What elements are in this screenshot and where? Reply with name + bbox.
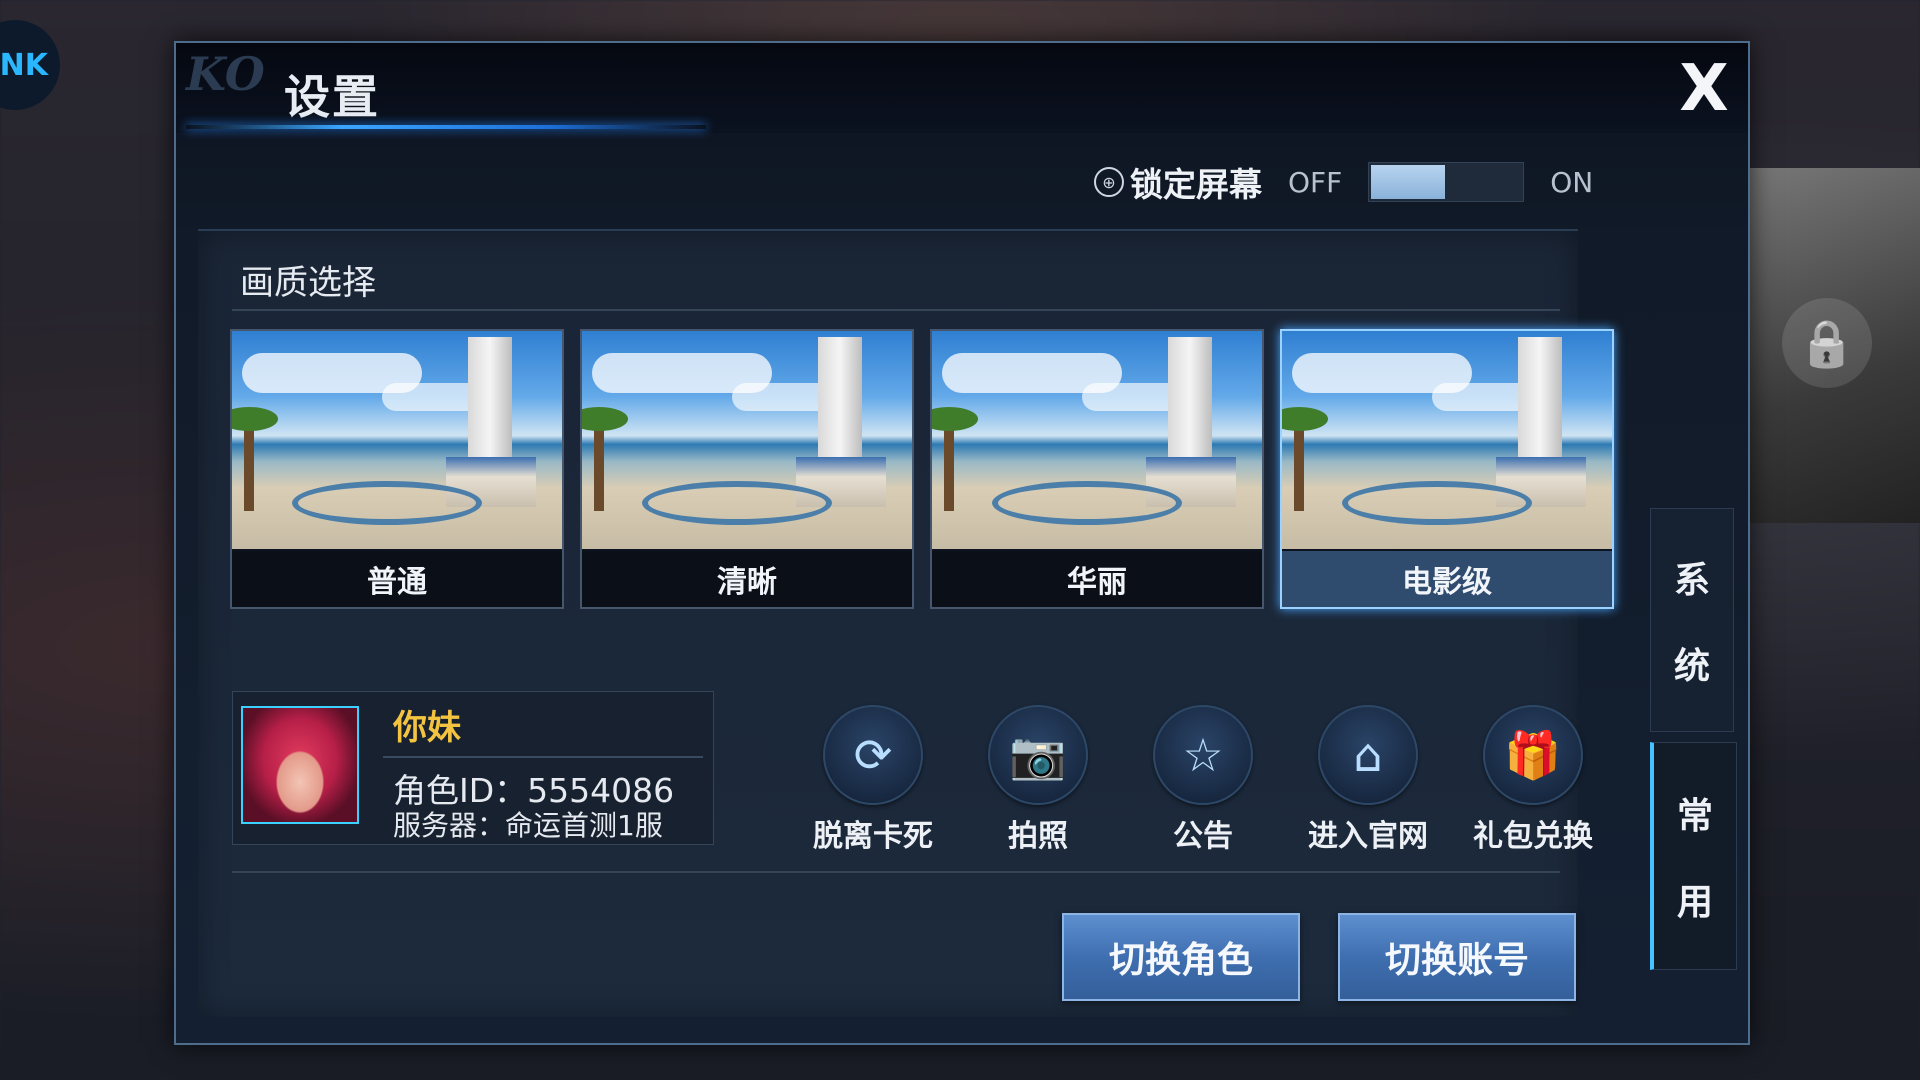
- unstuck-button[interactable]: ⟳ 脱离卡死: [798, 705, 948, 855]
- toggle-knob[interactable]: [1371, 165, 1446, 199]
- action-label: 脱离卡死: [813, 819, 933, 854]
- action-label: 进入官网: [1308, 819, 1428, 854]
- quality-option-cinematic[interactable]: 电影级: [1280, 329, 1614, 609]
- quality-option-label: 华丽: [932, 551, 1262, 607]
- refresh-icon: ⟳: [823, 705, 923, 805]
- tab-common[interactable]: 常 用: [1650, 742, 1737, 970]
- quality-option-label: 电影级: [1282, 551, 1612, 607]
- settings-dialog: KO 设置 X ⊕ 锁定屏幕 OFF ON 画质选择 普通 清晰 华丽 电影级 …: [174, 41, 1750, 1045]
- action-label: 拍照: [1008, 819, 1068, 854]
- quality-option-label: 普通: [232, 551, 562, 607]
- server-name: 服务器：命运首测1服: [393, 809, 663, 842]
- dialog-header: KO 设置 X: [176, 43, 1748, 133]
- camera-icon: 📷: [988, 705, 1088, 805]
- official-site-button[interactable]: ⌂ 进入官网: [1293, 705, 1443, 855]
- player-profile-card: 你妹 角色ID：5554086 服务器：命运首测1服: [232, 691, 714, 845]
- dialog-title: 设置: [284, 70, 380, 124]
- quality-preview-image: [932, 331, 1262, 549]
- star-notice-icon: ☆: [1153, 705, 1253, 805]
- divider: [232, 871, 1560, 873]
- tab-system[interactable]: 系 统: [1650, 508, 1734, 732]
- divider: [383, 756, 703, 758]
- quality-option-normal[interactable]: 普通: [230, 329, 564, 609]
- gift-icon: 🎁: [1483, 705, 1583, 805]
- lock-screen-toggle[interactable]: [1368, 162, 1525, 202]
- portrait-lock-icon: 🔒: [1782, 298, 1872, 388]
- game-logo-text: NK: [0, 47, 48, 83]
- player-name: 你妹: [393, 708, 461, 748]
- tab-label-char: 统: [1673, 646, 1710, 687]
- photo-button[interactable]: 📷 拍照: [963, 705, 1113, 855]
- settings-panel: 画质选择 普通 清晰 华丽 电影级 你妹 角色ID：5554086 服务器：命运…: [198, 229, 1614, 1017]
- divider: [232, 309, 1560, 311]
- quality-preview-image: [582, 331, 912, 549]
- toggle-on-label: ON: [1550, 165, 1594, 199]
- switch-account-button[interactable]: 切换账号: [1338, 913, 1576, 1001]
- quality-section-title: 画质选择: [240, 263, 376, 303]
- quality-option-gorgeous[interactable]: 华丽: [930, 329, 1264, 609]
- notice-button[interactable]: ☆ 公告: [1128, 705, 1278, 855]
- lock-screen-row: ⊕ 锁定屏幕 OFF ON: [1094, 157, 1619, 207]
- home-icon: ⌂: [1318, 705, 1418, 805]
- background-character-portrait: 🔒: [1746, 168, 1920, 523]
- tab-label-char: 常: [1676, 796, 1713, 837]
- quality-preview-image: [1282, 331, 1612, 549]
- lock-icon: ⊕: [1094, 167, 1124, 197]
- quality-option-clear[interactable]: 清晰: [580, 329, 914, 609]
- action-label: 礼包兑换: [1473, 819, 1593, 854]
- lock-screen-label: 锁定屏幕: [1130, 165, 1262, 204]
- action-label: 公告: [1173, 819, 1233, 854]
- toggle-off-label: OFF: [1288, 165, 1343, 199]
- header-glow-line: [186, 125, 706, 129]
- close-button[interactable]: X: [1674, 57, 1734, 121]
- quality-preview-image: [232, 331, 562, 549]
- tab-label-char: 用: [1676, 882, 1713, 923]
- avatar: [241, 706, 359, 824]
- quality-option-label: 清晰: [582, 551, 912, 607]
- kof-logo-icon: KO: [186, 47, 265, 101]
- tab-label-char: 系: [1673, 560, 1710, 601]
- gift-redeem-button[interactable]: 🎁 礼包兑换: [1458, 705, 1608, 855]
- switch-role-button[interactable]: 切换角色: [1062, 913, 1300, 1001]
